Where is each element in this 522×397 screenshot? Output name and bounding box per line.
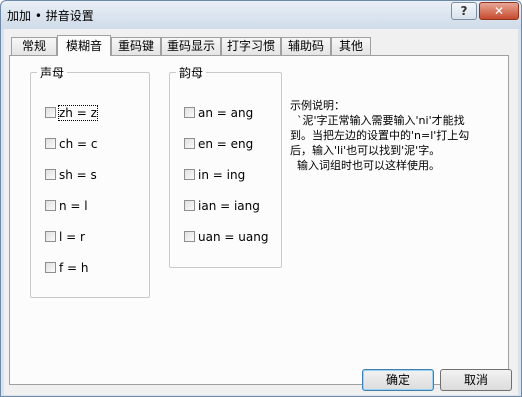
tab-auxiliary-code[interactable]: 辅助码	[281, 37, 331, 55]
checkbox-l-r[interactable]: l = r	[45, 229, 85, 245]
checkbox-zh-z[interactable]: zh = z	[45, 105, 98, 121]
checkbox-icon[interactable]	[45, 200, 56, 211]
help-button[interactable]: ?	[451, 2, 477, 20]
fuzzy-pinyin-panel: 声母 zh = z ch = c sh = s n = l l = r f = …	[9, 55, 509, 385]
checkbox-in-ing[interactable]: in = ing	[184, 167, 245, 183]
checkbox-label: an = ang	[198, 106, 254, 120]
cancel-button[interactable]: 取消	[440, 369, 512, 391]
description-body: `泥'字正常输入需要输入'ni'才能找到。当把左边的设置中的'n=l'打上勾后，…	[290, 114, 470, 172]
dialog-body: 常规 模糊音 重码键 重码显示 打字习惯 辅助码 其他 声母 zh = z ch…	[4, 29, 518, 395]
checkbox-n-l[interactable]: n = l	[45, 198, 88, 214]
tab-other[interactable]: 其他	[331, 37, 371, 55]
checkbox-icon[interactable]	[45, 107, 56, 118]
checkbox-an-ang[interactable]: an = ang	[184, 105, 253, 121]
checkbox-icon[interactable]	[184, 169, 195, 180]
shengmu-group: 声母 zh = z ch = c sh = s n = l l = r f = …	[30, 64, 150, 298]
checkbox-icon[interactable]	[45, 231, 56, 242]
settings-window: 加加 • 拼音设置 ? ✕ 常规 模糊音 重码键 重码显示 打字习惯 辅助码 其…	[0, 0, 522, 397]
checkbox-icon[interactable]	[184, 107, 195, 118]
checkbox-icon[interactable]	[184, 138, 195, 149]
checkbox-label: ian = iang	[198, 199, 260, 213]
checkbox-en-eng[interactable]: en = eng	[184, 136, 253, 152]
ok-button[interactable]: 确定	[362, 369, 434, 391]
tab-duplicate-key[interactable]: 重码键	[111, 37, 161, 55]
checkbox-uan-uang[interactable]: uan = uang	[184, 229, 268, 245]
tab-general[interactable]: 常规	[11, 37, 57, 55]
checkbox-f-h[interactable]: f = h	[45, 260, 89, 276]
shengmu-label: 声母	[40, 66, 65, 80]
yunmu-group: 韵母 an = ang en = eng in = ing ian = iang…	[169, 64, 282, 268]
tab-typing-habits[interactable]: 打字习惯	[221, 37, 281, 55]
example-description: 示例说明： `泥'字正常输入需要输入'ni'才能找到。当把左边的设置中的'n=l…	[290, 98, 470, 173]
checkbox-sh-s[interactable]: sh = s	[45, 167, 97, 183]
checkbox-icon[interactable]	[45, 138, 56, 149]
description-title: 示例说明：	[290, 99, 345, 112]
checkbox-label: en = eng	[198, 137, 254, 151]
checkbox-icon[interactable]	[45, 262, 56, 273]
checkbox-label: n = l	[59, 199, 88, 213]
tab-duplicate-display[interactable]: 重码显示	[161, 37, 221, 55]
checkbox-ch-c[interactable]: ch = c	[45, 136, 97, 152]
yunmu-label: 韵母	[179, 66, 204, 80]
tab-fuzzy-pinyin[interactable]: 模糊音	[57, 35, 111, 56]
checkbox-label: f = h	[59, 261, 89, 275]
checkbox-label: in = ing	[198, 168, 246, 182]
checkbox-icon[interactable]	[45, 169, 56, 180]
checkbox-label: uan = uang	[198, 230, 269, 244]
checkbox-icon[interactable]	[184, 200, 195, 211]
checkbox-label: sh = s	[59, 168, 97, 182]
checkbox-icon[interactable]	[184, 231, 195, 242]
checkbox-label: ch = c	[59, 137, 98, 151]
title-bar[interactable]: 加加 • 拼音设置 ? ✕	[1, 1, 521, 29]
checkbox-label: zh = z	[58, 105, 98, 121]
checkbox-label: l = r	[59, 230, 85, 244]
window-title: 加加 • 拼音设置	[7, 9, 94, 23]
checkbox-ian-iang[interactable]: ian = iang	[184, 198, 260, 214]
close-button[interactable]: ✕	[479, 2, 519, 20]
